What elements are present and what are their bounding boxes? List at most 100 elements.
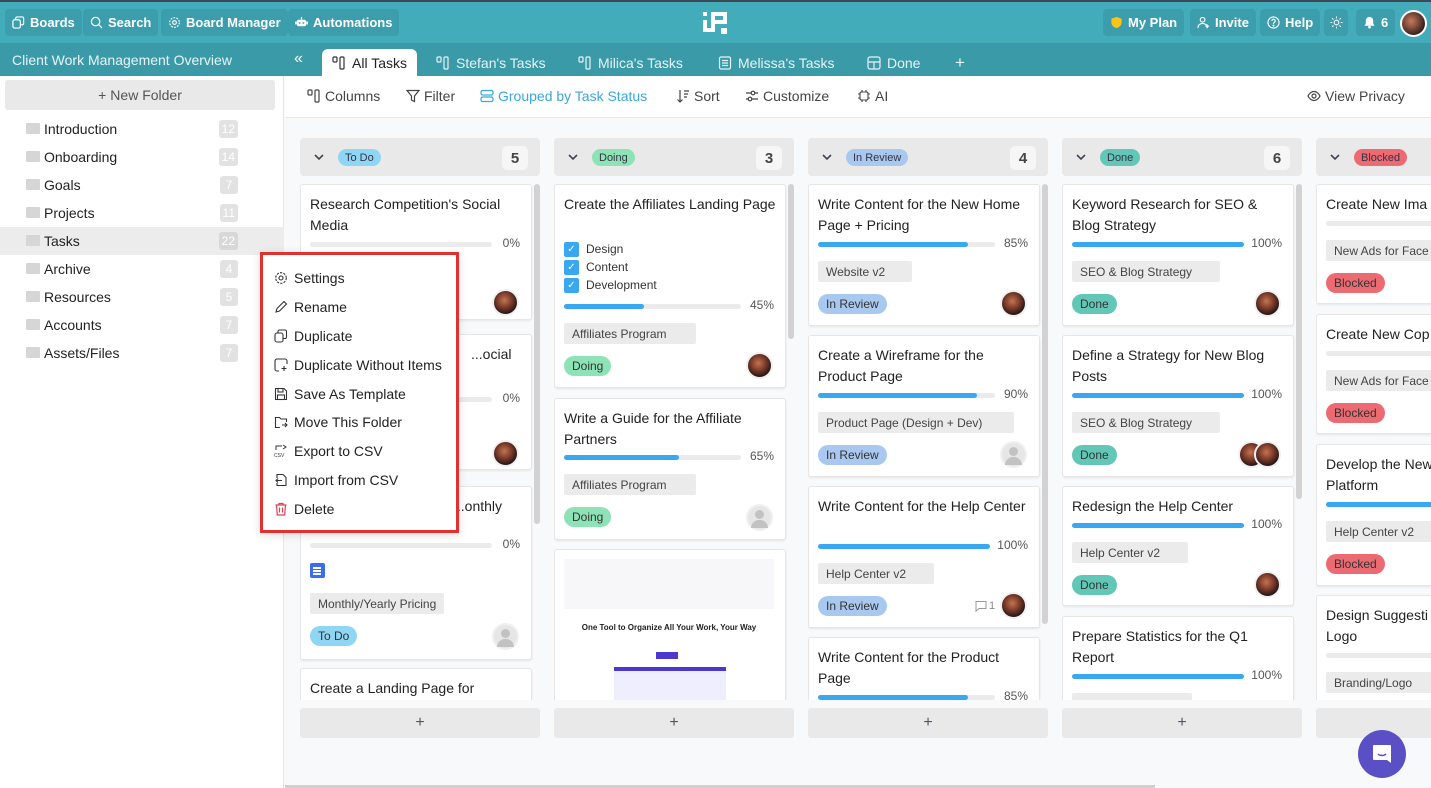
project-tag: Help Center v2 (1326, 521, 1431, 542)
add-tab-button[interactable]: + (945, 49, 975, 76)
group-by-button[interactable]: Grouped by Task Status (480, 88, 647, 104)
menu-item-save-as-template[interactable]: Save As Template (274, 384, 406, 404)
task-card[interactable]: Define a Strategy for New Blog Posts 100… (1062, 335, 1294, 477)
board-manager-button[interactable]: Board Manager (161, 9, 288, 36)
sidebar-item-onboarding[interactable]: Onboarding 14 (0, 143, 284, 171)
task-card[interactable]: Write a Guide for the Affiliate Partners… (554, 398, 786, 540)
tab-stefans-tasks[interactable]: Stefan's Tasks (426, 49, 556, 76)
help-button[interactable]: Help (1260, 9, 1321, 36)
tab-done[interactable]: Done (857, 49, 930, 76)
checkbox-checked-icon[interactable]: ✓ (564, 241, 579, 257)
sidebar-item-resources[interactable]: Resources 5 (0, 283, 284, 311)
document-icon[interactable] (310, 563, 325, 578)
menu-item-move-folder[interactable]: Move This Folder (274, 412, 402, 432)
sidebar-item-goals[interactable]: Goals 7 (0, 171, 284, 199)
sidebar-item-projects[interactable]: Projects 11 (0, 199, 284, 227)
sidebar-item-tasks[interactable]: Tasks 22 (0, 227, 284, 255)
task-card[interactable]: Create a Landing Page for (300, 668, 532, 700)
sidebar-item-assets-files[interactable]: Assets/Files 7 (0, 339, 284, 367)
add-card-button[interactable]: + (1062, 708, 1302, 738)
assignee-avatar-empty[interactable] (746, 504, 773, 531)
ai-button[interactable]: AI (857, 88, 888, 104)
boards-button[interactable]: Boards (5, 9, 82, 36)
assignee-avatar[interactable] (1000, 592, 1027, 619)
checkbox-checked-icon[interactable]: ✓ (564, 259, 579, 275)
tab-melissas-tasks[interactable]: Melissa's Tasks (708, 49, 845, 76)
task-card[interactable]: One Tool to Organize All Your Work, Your… (554, 549, 786, 700)
checklist-item[interactable]: ✓ Content (564, 258, 657, 276)
column-scrollbar[interactable] (788, 184, 794, 339)
new-folder-button[interactable]: + New Folder (5, 80, 275, 110)
task-card[interactable]: Create the Affiliates Landing Page ✓ Desi… (554, 184, 786, 388)
tab-all-tasks[interactable]: All Tasks (322, 49, 417, 76)
chevron-down-icon[interactable] (820, 150, 834, 164)
user-avatar[interactable] (1400, 10, 1427, 37)
chevron-down-icon[interactable] (1074, 150, 1088, 164)
menu-item-import-csv[interactable]: Import from CSV (274, 470, 398, 490)
search-button[interactable]: Search (83, 9, 159, 36)
folder-icon (26, 291, 40, 302)
checklist-item[interactable]: ✓ Development (564, 276, 657, 294)
add-card-button[interactable]: + (554, 708, 794, 738)
column-scrollbar[interactable] (1042, 184, 1048, 624)
sidebar-item-introduction[interactable]: Introduction 12 (0, 115, 284, 143)
plus-icon: + (98, 87, 107, 103)
chevron-down-icon[interactable] (312, 150, 326, 164)
task-card[interactable]: Create New Ima New Ads for Face Blocked (1316, 184, 1431, 304)
task-card[interactable]: Create a Wireframe for the Product Page … (808, 335, 1040, 477)
add-card-button[interactable]: + (300, 708, 540, 738)
my-plan-button[interactable]: My Plan (1103, 9, 1185, 36)
assignee-avatar-empty[interactable] (492, 623, 519, 650)
project-tag: SEO & Blog Strategy (1072, 412, 1220, 433)
card-title: Define a Strategy for New Blog Posts (1072, 347, 1265, 384)
checklist-item[interactable]: ✓ Design (564, 240, 657, 258)
menu-item-duplicate[interactable]: Duplicate (274, 326, 352, 346)
automations-button[interactable]: Automations (288, 9, 400, 36)
menu-item-settings[interactable]: Settings (274, 268, 345, 288)
sort-button[interactable]: Sort (676, 88, 720, 104)
sidebar-item-archive[interactable]: Archive 4 (0, 255, 284, 283)
menu-item-duplicate-without-items[interactable]: Duplicate Without Items (274, 355, 442, 375)
notifications-button[interactable]: 6 (1356, 9, 1396, 36)
card-image-preview[interactable]: One Tool to Organize All Your Work, Your… (564, 559, 774, 700)
chevron-down-icon[interactable] (1328, 150, 1342, 164)
menu-item-export-csv[interactable]: CSV Export to CSV (274, 441, 383, 461)
collapse-sidebar-icon[interactable]: « (294, 50, 303, 68)
checkbox-checked-icon[interactable]: ✓ (564, 277, 579, 293)
task-card[interactable]: Write Content for the New Home Page + Pr… (808, 184, 1040, 326)
assignee-avatar-empty[interactable] (1000, 441, 1027, 468)
view-privacy-button[interactable]: View Privacy (1307, 88, 1405, 104)
assignee-avatar[interactable] (1254, 290, 1281, 317)
assignee-avatar[interactable] (492, 440, 519, 467)
column-scrollbar[interactable] (1296, 184, 1302, 499)
filter-button[interactable]: Filter (406, 88, 455, 104)
add-card-button[interactable]: + (808, 708, 1048, 738)
assignee-avatar[interactable] (492, 289, 519, 316)
assignee-avatar[interactable] (1254, 441, 1281, 468)
menu-item-rename[interactable]: Rename (274, 297, 347, 317)
tab-milicas-tasks[interactable]: Milica's Tasks (568, 49, 693, 76)
task-card[interactable]: Develop the New Platform Help Center v2 … (1316, 444, 1431, 586)
invite-button[interactable]: Invite (1190, 9, 1256, 36)
task-card[interactable]: Redesign the Help Center 100% Help Cente… (1062, 486, 1294, 606)
chevron-down-icon[interactable] (566, 150, 580, 164)
columns-button[interactable]: Columns (307, 88, 380, 104)
task-card[interactable]: Create New Cop New Ads for Face Blocked (1316, 314, 1431, 434)
column-scrollbar[interactable] (534, 184, 540, 524)
app-logo[interactable] (703, 10, 729, 36)
assignee-avatar[interactable] (746, 352, 773, 379)
assignee-avatar[interactable] (1000, 290, 1027, 317)
task-card[interactable]: Keyword Research for SEO & Blog Strategy… (1062, 184, 1294, 326)
comments-indicator[interactable]: 1 (975, 600, 995, 612)
assignee-avatar[interactable] (1254, 571, 1281, 598)
theme-toggle-button[interactable] (1324, 9, 1348, 36)
customize-button[interactable]: Customize (745, 88, 829, 104)
task-card[interactable]: Design Suggesti Logo Branding/Logo (1316, 595, 1431, 700)
sidebar-item-accounts[interactable]: Accounts 7 (0, 311, 284, 339)
chat-support-button[interactable] (1358, 730, 1406, 778)
task-card[interactable]: Write Content for the Help Center 100% H… (808, 486, 1040, 628)
task-card[interactable]: Prepare Statistics for the Q1 Report 100… (1062, 616, 1294, 700)
menu-item-delete[interactable]: Delete (274, 499, 334, 519)
progress-bar (1072, 674, 1244, 679)
task-card[interactable]: Write Content for the Product Page 85% (808, 637, 1040, 700)
